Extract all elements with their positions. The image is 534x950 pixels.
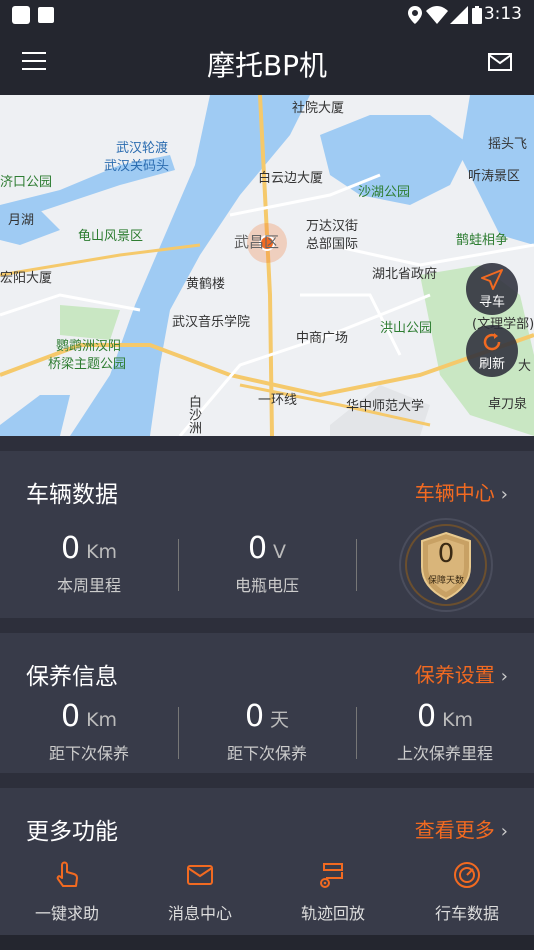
vehicle-data-card: 车辆数据 车辆中心 › 0 Km 本周里程 0V 电瓶电压 0 保障天数 <box>0 451 534 618</box>
page-title: 摩托BP机 <box>206 49 328 82</box>
notification-a-icon <box>38 7 54 23</box>
location-icon <box>408 6 422 24</box>
map-label: 听涛景区 <box>468 169 521 184</box>
sos-button[interactable]: 一键求助 <box>0 860 134 924</box>
weekly-mileage-stat: 0 Km 本周里程 <box>56 531 121 595</box>
battery-icon <box>472 6 482 24</box>
protection-days-label: 保障天数 <box>427 576 464 586</box>
map-label: 总部国际 <box>306 237 359 252</box>
map-label: 宏阳大厦 <box>0 271 53 286</box>
map-label: 黄鹤楼 <box>186 277 226 292</box>
hand-tap-icon <box>56 861 78 887</box>
notification-icon <box>12 6 30 24</box>
mail-icon[interactable] <box>488 52 512 72</box>
battery-voltage-stat: 0V 电瓶电压 <box>234 531 299 595</box>
vehicle-data-title: 车辆数据 <box>26 482 118 508</box>
map-label: 社院大厦 <box>292 101 345 116</box>
map-label: 中商广场 <box>296 331 349 346</box>
map-label: 武昌区 <box>234 233 280 251</box>
map-label: 一环线 <box>258 393 298 408</box>
bottom-bar <box>0 935 534 950</box>
maintenance-settings-link[interactable]: 保养设置 › <box>415 659 508 688</box>
last-maintenance-mileage-stat: 0 Km 上次保养里程 <box>396 699 493 763</box>
divider <box>178 707 179 759</box>
clock: 3:13 <box>483 4 522 24</box>
driving-data-button[interactable]: 行车数据 <box>400 860 534 924</box>
refresh-label: 刷新 <box>478 357 505 372</box>
map-base <box>0 95 534 436</box>
track-playback-button[interactable]: 轨迹回放 <box>266 860 400 924</box>
map-label: 济口公园 <box>0 175 53 190</box>
map-label: 武汉轮渡 <box>116 141 169 156</box>
map-view[interactable]: 社院大厦 武汉轮渡 武汉关码头 白云边大厦 沙湖公园 听涛景区 摇头飞 济口公园… <box>0 95 534 436</box>
map-label: 洪山公园 <box>380 321 433 336</box>
vehicle-center-link[interactable]: 车辆中心 › <box>415 477 508 506</box>
route-icon <box>320 863 343 888</box>
map-label: 沙湖公园 <box>358 185 411 200</box>
navigation-arrow-icon <box>481 269 503 290</box>
find-car-button[interactable]: 寻车 <box>466 263 518 315</box>
divider <box>178 539 179 591</box>
map-label: 白云边大厦 <box>258 171 324 186</box>
map-label: 月湖 <box>8 213 35 228</box>
map-label: 武汉关码头 <box>104 159 170 174</box>
wifi-icon <box>426 6 448 24</box>
app-bar: 摩托BP机 <box>0 30 534 95</box>
more-functions-card: 更多功能 查看更多 › 一键求助 消息中心 轨迹回放 行车数据 <box>0 788 534 935</box>
map-label: 鹊蛙相争 <box>456 233 509 248</box>
gauge-icon <box>454 862 480 888</box>
map-label: 鹦鹉洲汉阳 <box>56 339 122 354</box>
map-label: 大 <box>518 359 532 374</box>
status-bar: 3:13 <box>0 0 534 30</box>
message-center-button[interactable]: 消息中心 <box>133 860 267 924</box>
protection-days-value: 0 <box>437 539 455 569</box>
map-label: 华中师范大学 <box>346 399 425 414</box>
maintenance-title: 保养信息 <box>26 664 118 690</box>
map-label: 摇头飞 <box>488 137 528 152</box>
map-label: 卓刀泉 <box>488 397 528 412</box>
signal-icon <box>450 6 468 24</box>
divider <box>356 707 357 759</box>
protection-days-badge[interactable]: 0 保障天数 <box>398 517 494 613</box>
view-more-link[interactable]: 查看更多 › <box>415 814 508 843</box>
next-maintenance-days-stat: 0天 距下次保养 <box>226 699 307 763</box>
map-label: 白沙洲 <box>186 395 201 434</box>
map-label: 武汉音乐学院 <box>172 315 251 330</box>
more-functions-title: 更多功能 <box>26 819 118 845</box>
mail-icon <box>187 865 213 885</box>
find-car-label: 寻车 <box>478 295 505 310</box>
map-label: 桥梁主题公园 <box>48 357 127 372</box>
divider <box>356 539 357 591</box>
map-label: 湖北省政府 <box>372 267 438 282</box>
maintenance-card: 保养信息 保养设置 › 0 Km 距下次保养 0天 距下次保养 0 Km 上次保养里程 <box>0 633 534 773</box>
refresh-icon <box>483 333 501 351</box>
next-maintenance-distance-stat: 0 Km 距下次保养 <box>48 699 129 763</box>
refresh-button[interactable]: 刷新 <box>466 325 518 377</box>
map-label: 龟山风景区 <box>78 229 144 244</box>
map-label: 万达汉街 <box>306 219 359 234</box>
